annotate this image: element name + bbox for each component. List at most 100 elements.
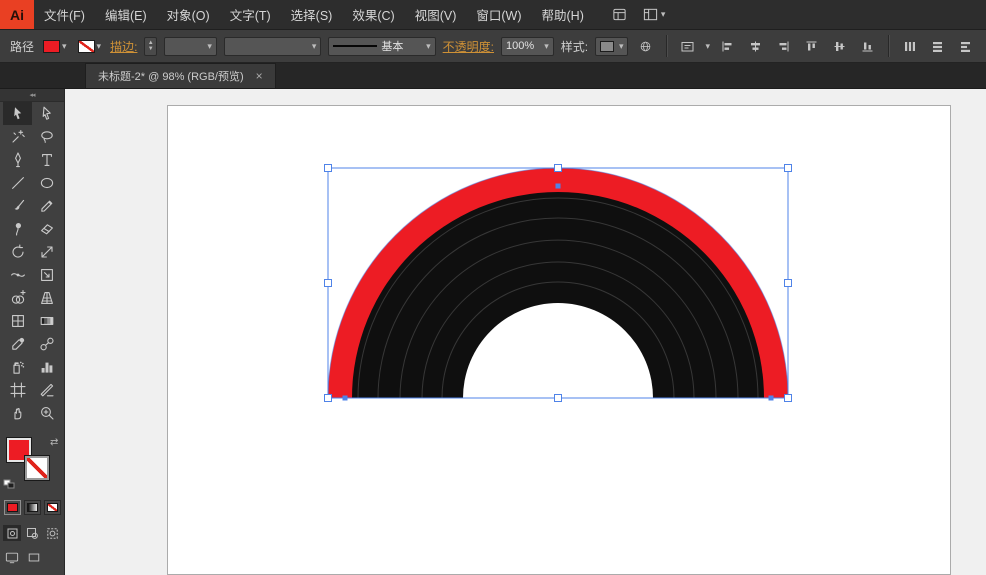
tool-hand[interactable] (3, 401, 32, 424)
menu-help[interactable]: 帮助(H) (532, 0, 594, 29)
selection-handle[interactable] (325, 395, 332, 402)
selection-handle[interactable] (325, 165, 332, 172)
tool-direct-selection[interactable] (32, 102, 61, 125)
stroke-weight-link[interactable]: 描边: (110, 38, 137, 55)
align-center-horizontal-icon[interactable] (745, 37, 766, 56)
align-panel-icon[interactable] (677, 37, 698, 56)
menu-view[interactable]: 视图(V) (405, 0, 467, 29)
style-swatch (600, 41, 614, 52)
app-icon[interactable] (612, 7, 627, 22)
draw-inside-icon[interactable] (43, 525, 61, 541)
none-button[interactable] (44, 500, 61, 515)
selection-handle[interactable] (785, 165, 792, 172)
tool-rotate[interactable] (3, 240, 32, 263)
stroke-weight-stepper[interactable]: ▲▼ (144, 37, 157, 56)
fill-color-picker[interactable]: ▾ (41, 39, 69, 54)
tool-artboard[interactable] (3, 378, 32, 401)
tool-gradient[interactable] (32, 309, 61, 332)
globe-icon[interactable] (635, 37, 656, 56)
tab-bar-stub (0, 63, 65, 89)
tool-blend[interactable] (32, 332, 61, 355)
stroke-color-box[interactable] (25, 456, 49, 480)
tool-slice[interactable] (32, 378, 61, 401)
tool-lasso[interactable] (32, 125, 61, 148)
gradient-button[interactable] (24, 500, 41, 515)
menu-effect[interactable]: 效果(C) (342, 0, 404, 29)
tool-shape-builder[interactable] (3, 286, 32, 309)
stroke-weight-select[interactable]: ▾ (164, 37, 217, 56)
tool-perspective-grid[interactable] (32, 286, 61, 309)
variable-width-profile-select[interactable]: ▾ (224, 37, 322, 56)
selected-artwork[interactable] (328, 168, 788, 398)
draw-normal-icon[interactable] (3, 525, 21, 541)
default-colors-icon[interactable] (3, 477, 16, 495)
tool-eraser[interactable] (32, 217, 61, 240)
anchor-point[interactable] (343, 396, 348, 401)
color-button[interactable] (4, 500, 21, 515)
align-top-icon[interactable] (801, 37, 822, 56)
style-swatch-select[interactable]: ▾ (595, 37, 628, 56)
opacity-link[interactable]: 不透明度: (443, 38, 494, 55)
tab-close-icon[interactable]: × (256, 69, 263, 83)
draw-behind-icon[interactable] (23, 525, 41, 541)
menu-select[interactable]: 选择(S) (281, 0, 343, 29)
artwork-layer[interactable] (65, 89, 986, 575)
chevron-down-icon[interactable]: ▾ (705, 42, 710, 51)
align-bottom-icon[interactable] (857, 37, 878, 56)
tool-zoom[interactable] (32, 401, 61, 424)
chevron-down-icon: ▾ (544, 42, 549, 51)
tool-line-segment[interactable] (3, 171, 32, 194)
selection-handle[interactable] (325, 280, 332, 287)
tool-free-transform[interactable] (32, 263, 61, 286)
selection-handle[interactable] (555, 395, 562, 402)
tool-mesh[interactable] (3, 309, 32, 332)
color-mode-buttons (4, 500, 61, 515)
menu-file[interactable]: 文件(F) (34, 0, 95, 29)
app-logo[interactable]: Ai (0, 0, 34, 29)
distribute-vertical-icon[interactable] (927, 37, 948, 56)
tool-selection[interactable] (3, 102, 32, 125)
menu-window[interactable]: 窗口(W) (466, 0, 531, 29)
document-tab-bar: 未标题-2* @ 98% (RGB/预览) × (65, 63, 986, 89)
workspace-switcher[interactable]: ▾ (643, 7, 666, 22)
tool-paintbrush[interactable] (3, 194, 32, 217)
tool-eyedropper[interactable] (3, 332, 32, 355)
chevron-down-icon: ▾ (207, 42, 212, 51)
stroke-color-picker[interactable]: ▾ (76, 39, 104, 54)
screen-mode-icon[interactable] (5, 551, 19, 569)
menu-type[interactable]: 文字(T) (220, 0, 281, 29)
selection-handle[interactable] (555, 165, 562, 172)
screen-mode-alt-icon[interactable] (27, 551, 41, 569)
fill-color-swatch (43, 40, 60, 53)
tool-symbol-sprayer[interactable] (3, 355, 32, 378)
swap-fill-stroke-icon[interactable]: ⇄ (50, 437, 58, 448)
color-chip (7, 503, 18, 512)
distribute-spacing-icon[interactable] (955, 37, 976, 56)
panel-collapse-button[interactable]: ◂◂ (0, 89, 64, 102)
canvas-area[interactable] (65, 89, 986, 575)
chevron-down-icon: ▾ (312, 42, 317, 51)
selection-handle[interactable] (785, 280, 792, 287)
tool-column-graph[interactable] (32, 355, 61, 378)
tool-pencil[interactable] (32, 194, 61, 217)
menu-object[interactable]: 对象(O) (157, 0, 220, 29)
selection-handle[interactable] (785, 395, 792, 402)
tool-width[interactable] (3, 263, 32, 286)
opacity-select[interactable]: 100% ▾ (501, 37, 554, 56)
distribute-horizontal-icon[interactable] (899, 37, 920, 56)
tool-magic-wand[interactable] (3, 125, 32, 148)
tools-panel: ◂◂ (0, 89, 65, 575)
align-left-icon[interactable] (717, 37, 738, 56)
anchor-point[interactable] (556, 184, 561, 189)
tool-type[interactable] (32, 148, 61, 171)
tool-scale[interactable] (32, 240, 61, 263)
anchor-point[interactable] (769, 396, 774, 401)
document-tab[interactable]: 未标题-2* @ 98% (RGB/预览) × (85, 63, 276, 88)
align-middle-icon[interactable] (829, 37, 850, 56)
tool-ellipse[interactable] (32, 171, 61, 194)
brush-definition-select[interactable]: 基本 ▾ (328, 37, 435, 56)
tool-blob-brush[interactable] (3, 217, 32, 240)
align-right-icon[interactable] (773, 37, 794, 56)
tool-pen[interactable] (3, 148, 32, 171)
menu-edit[interactable]: 编辑(E) (95, 0, 157, 29)
